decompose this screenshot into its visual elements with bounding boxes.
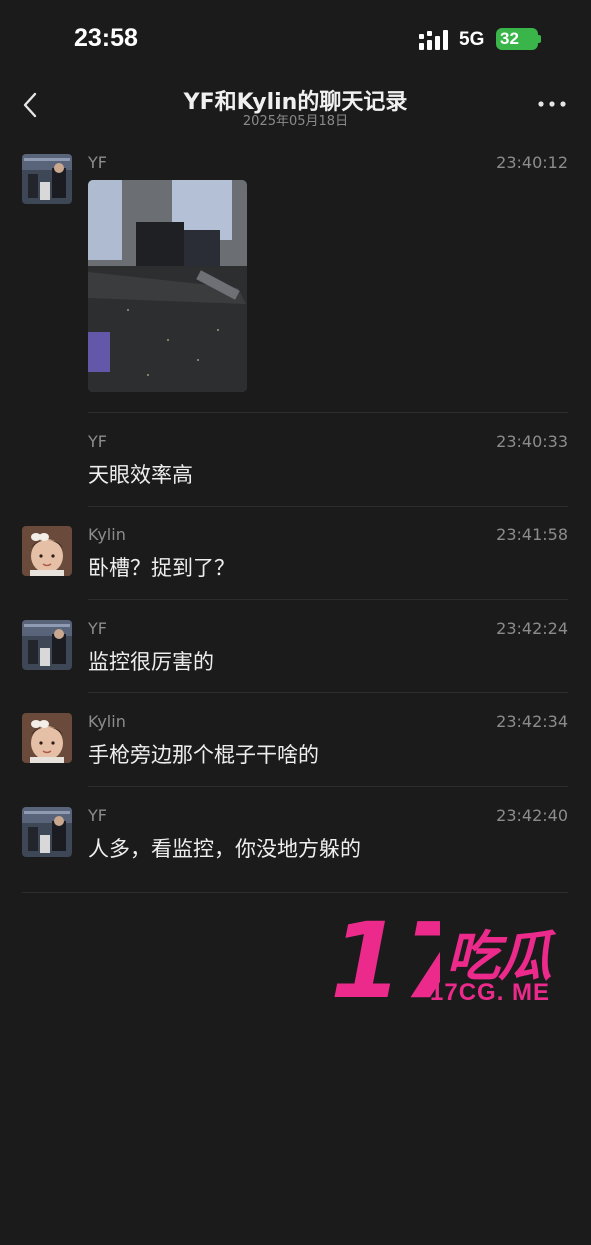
network-type: 5G	[459, 29, 485, 50]
message-text[interactable]: 人多，看监控，你没地方躲的	[88, 833, 361, 863]
message-divider	[88, 692, 568, 693]
page-subtitle-date: 2025年05月18日	[242, 114, 349, 129]
message-photo[interactable]	[88, 180, 247, 392]
sender-name: YF	[88, 153, 107, 172]
watermark-logo-number: 17	[330, 905, 440, 1005]
message-divider	[88, 786, 568, 787]
message-divider	[88, 599, 568, 600]
message-time: 23:42:40	[496, 806, 568, 825]
sender-name: YF	[88, 806, 107, 825]
message-time: 23:40:33	[496, 432, 568, 451]
signal-icon	[419, 30, 448, 50]
message-time: 23:42:34	[496, 712, 568, 731]
battery-tip	[538, 35, 541, 43]
status-bar: 23:58 5G 32	[0, 0, 591, 80]
watermark-number: 17	[330, 905, 440, 1005]
sender-name: YF	[88, 432, 107, 451]
avatar-kylin[interactable]	[22, 526, 72, 576]
message-time: 23:41:58	[496, 525, 568, 544]
nav-bar: YF和Kylin的聊天记录 2025年05月18日	[0, 80, 591, 136]
status-time: 23:58	[74, 24, 138, 52]
message-divider	[22, 892, 568, 893]
avatar-yf[interactable]	[22, 154, 72, 204]
message-divider	[88, 506, 568, 507]
sender-name: Kylin	[88, 712, 126, 731]
battery-level: 32	[500, 29, 519, 48]
more-icon[interactable]	[535, 92, 569, 116]
avatar-yf[interactable]	[22, 620, 72, 670]
sender-name: Kylin	[88, 525, 126, 544]
message-text[interactable]: 监控很厉害的	[88, 646, 214, 676]
message-time: 23:40:12	[496, 153, 568, 172]
message-text[interactable]: 天眼效率高	[88, 459, 193, 489]
message-time: 23:42:24	[496, 619, 568, 638]
message-divider	[88, 412, 568, 413]
avatar-kylin[interactable]	[22, 713, 72, 763]
sender-name: YF	[88, 619, 107, 638]
battery-indicator: 32	[496, 28, 538, 50]
message-text[interactable]: 卧槽？捉到了？	[88, 552, 235, 582]
watermark-url: 17CG. ME	[430, 979, 551, 1006]
message-text[interactable]: 手枪旁边那个棍子干啥的	[88, 739, 319, 769]
avatar-yf[interactable]	[22, 807, 72, 857]
